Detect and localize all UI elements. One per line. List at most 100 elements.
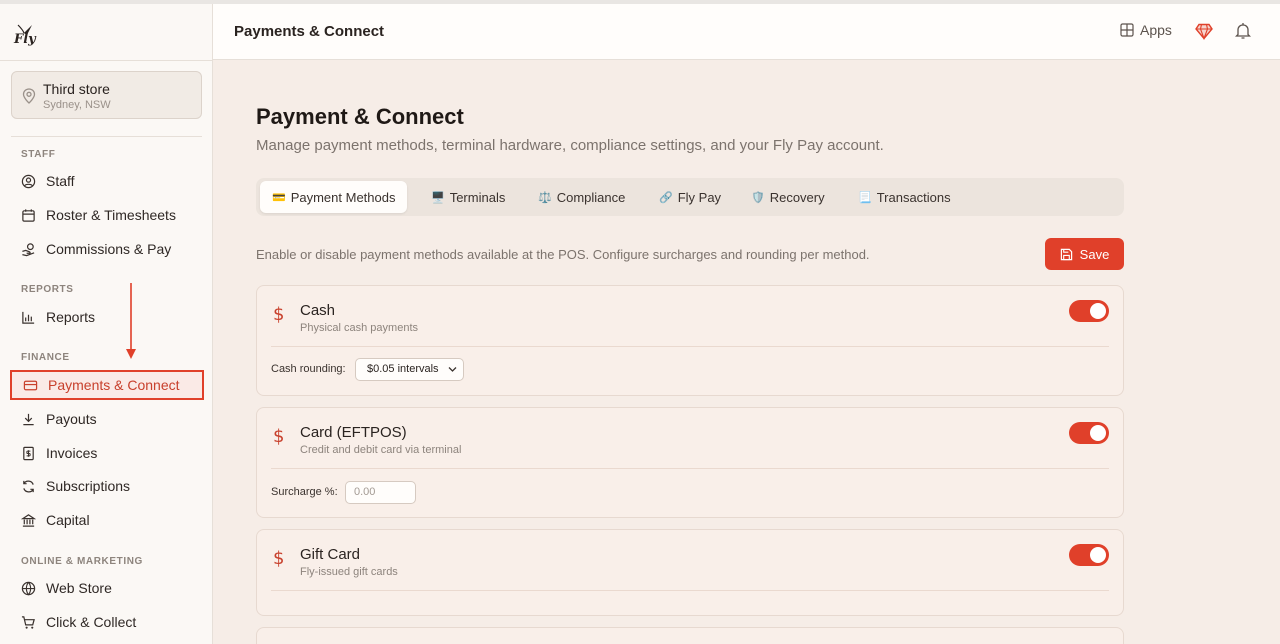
- dollar-icon: $: [273, 548, 285, 569]
- cash-rounding-select[interactable]: $0.05 intervals: [355, 358, 464, 381]
- tab-transactions[interactable]: 📃 Transactions: [846, 181, 963, 213]
- receipt-icon: 📃: [858, 191, 872, 204]
- sidebar-item-payments-connect[interactable]: Payments & Connect: [10, 370, 204, 400]
- tab-label: Payment Methods: [290, 189, 396, 205]
- sidebar-item-label: Subscriptions: [46, 478, 131, 494]
- page-subtitle: Manage payment methods, terminal hardwar…: [256, 137, 884, 154]
- surcharge-input[interactable]: 0.00: [345, 481, 416, 504]
- globe-icon: [21, 581, 36, 595]
- shield-icon: 🛡️: [751, 191, 765, 204]
- method-toggle[interactable]: [1069, 300, 1109, 322]
- select-value: $0.05 intervals: [367, 363, 439, 375]
- link-icon: 🔗: [659, 191, 673, 204]
- tab-payment-methods[interactable]: 💳 Payment Methods: [260, 181, 408, 213]
- sidebar-item-label: Payouts: [46, 411, 97, 427]
- sidebar-item-label: Reports: [46, 309, 96, 325]
- sidebar-item-subscriptions[interactable]: Subscriptions: [10, 471, 204, 501]
- refresh-icon: [23, 479, 34, 493]
- sidebar-item-payouts[interactable]: Payouts: [10, 404, 204, 434]
- card-divider: [271, 468, 1109, 469]
- tab-label: Recovery: [769, 189, 825, 205]
- sidebar-item-commissions[interactable]: Commissions & Pay: [10, 234, 204, 264]
- save-icon: [1060, 248, 1072, 260]
- invoice-icon: [23, 446, 34, 460]
- monitor-icon: 🖥️: [431, 191, 445, 204]
- gem-icon[interactable]: [1195, 23, 1213, 40]
- sidebar-divider: [11, 136, 202, 137]
- credit-card-icon: 💳: [272, 191, 286, 204]
- payment-method-card-cash: $ Cash Physical cash payments Cash round…: [256, 285, 1124, 396]
- download-icon: [23, 413, 34, 425]
- sidebar-item-web-store[interactable]: Web Store: [10, 573, 204, 603]
- section-title-reports: REPORTS: [21, 284, 74, 295]
- sidebar-item-label: Payments & Connect: [48, 377, 180, 393]
- sidebar-item-label: Web Store: [46, 580, 112, 596]
- tab-terminals[interactable]: 🖥️ Terminals: [419, 181, 517, 213]
- cart-icon: [21, 615, 35, 629]
- tab-recovery[interactable]: 🛡️ Recovery: [739, 181, 837, 213]
- tab-label: Fly Pay: [677, 189, 722, 205]
- method-name: Card (EFTPOS): [300, 424, 407, 441]
- save-button[interactable]: Save: [1045, 238, 1124, 270]
- cash-rounding-label: Cash rounding:: [271, 363, 346, 375]
- user-circle-icon: [21, 174, 36, 188]
- apps-label: Apps: [1140, 22, 1172, 38]
- sidebar-item-capital[interactable]: Capital: [10, 505, 204, 535]
- apps-button[interactable]: Apps: [1120, 22, 1172, 38]
- grid-icon: [1120, 23, 1134, 37]
- bank-icon: [21, 513, 36, 527]
- tab-label: Terminals: [449, 189, 506, 205]
- dollar-icon: $: [273, 304, 285, 325]
- page-title: Payment & Connect: [256, 104, 464, 129]
- method-description: Credit and debit card via terminal: [300, 444, 462, 456]
- methods-description: Enable or disable payment methods availa…: [256, 247, 870, 262]
- sidebar-item-click-collect[interactable]: Click & Collect: [10, 607, 204, 637]
- section-title-finance: FINANCE: [21, 352, 70, 363]
- tab-compliance[interactable]: ⚖️ Compliance: [526, 181, 637, 213]
- sidebar-item-label: Staff: [46, 173, 75, 189]
- sidebar-item-roster[interactable]: Roster & Timesheets: [10, 200, 204, 230]
- payment-method-card-next: [256, 627, 1124, 644]
- sidebar-item-label: Capital: [46, 512, 90, 528]
- bar-chart-icon: [22, 311, 35, 324]
- bell-icon[interactable]: [1235, 22, 1251, 40]
- sidebar-item-reports[interactable]: Reports: [10, 302, 204, 332]
- dollar-icon: $: [273, 426, 285, 447]
- annotation-arrow-icon: [126, 283, 136, 359]
- scales-icon: ⚖️: [538, 191, 552, 204]
- location-pin-icon: [22, 88, 36, 104]
- method-toggle[interactable]: [1069, 544, 1109, 566]
- surcharge-label: Surcharge %:: [271, 486, 338, 498]
- payment-method-card-gift-card: $ Gift Card Fly-issued gift cards: [256, 529, 1124, 616]
- store-name: Third store: [43, 81, 110, 97]
- brand-logo-text: Fly: [14, 32, 36, 47]
- method-name: Cash: [300, 302, 336, 319]
- header-title: Payments & Connect: [234, 23, 385, 40]
- section-title-online-marketing: ONLINE & MARKETING: [21, 556, 143, 567]
- tab-bar: 💳 Payment Methods 🖥️ Terminals ⚖️ Compli…: [256, 178, 1124, 216]
- card-divider: [271, 590, 1109, 591]
- credit-card-icon: [23, 380, 38, 390]
- sidebar-item-label: Invoices: [46, 445, 98, 461]
- save-label: Save: [1079, 246, 1110, 262]
- card-divider: [271, 346, 1109, 347]
- chevron-down-icon: [448, 367, 457, 372]
- sidebar-item-invoices[interactable]: Invoices: [10, 438, 204, 468]
- method-name: Gift Card: [300, 546, 361, 563]
- tab-label: Compliance: [556, 189, 626, 205]
- sidebar-item-staff[interactable]: Staff: [10, 166, 204, 196]
- calendar-icon: [22, 208, 35, 222]
- tab-fly-pay[interactable]: 🔗 Fly Pay: [647, 181, 733, 213]
- sidebar-divider: [0, 60, 212, 61]
- store-selector[interactable]: Third store Sydney, NSW: [11, 71, 202, 119]
- store-location: Sydney, NSW: [43, 99, 111, 111]
- method-description: Fly-issued gift cards: [300, 566, 398, 578]
- tab-label: Transactions: [876, 189, 951, 205]
- hand-coins-icon: [22, 242, 35, 256]
- sidebar-item-label: Roster & Timesheets: [46, 207, 176, 223]
- sidebar-item-label: Click & Collect: [46, 614, 137, 630]
- sidebar-item-label: Commissions & Pay: [46, 241, 172, 257]
- payment-method-card-eftpos: $ Card (EFTPOS) Credit and debit card vi…: [256, 407, 1124, 518]
- top-header: Payments & Connect Apps: [213, 4, 1280, 60]
- method-toggle[interactable]: [1069, 422, 1109, 444]
